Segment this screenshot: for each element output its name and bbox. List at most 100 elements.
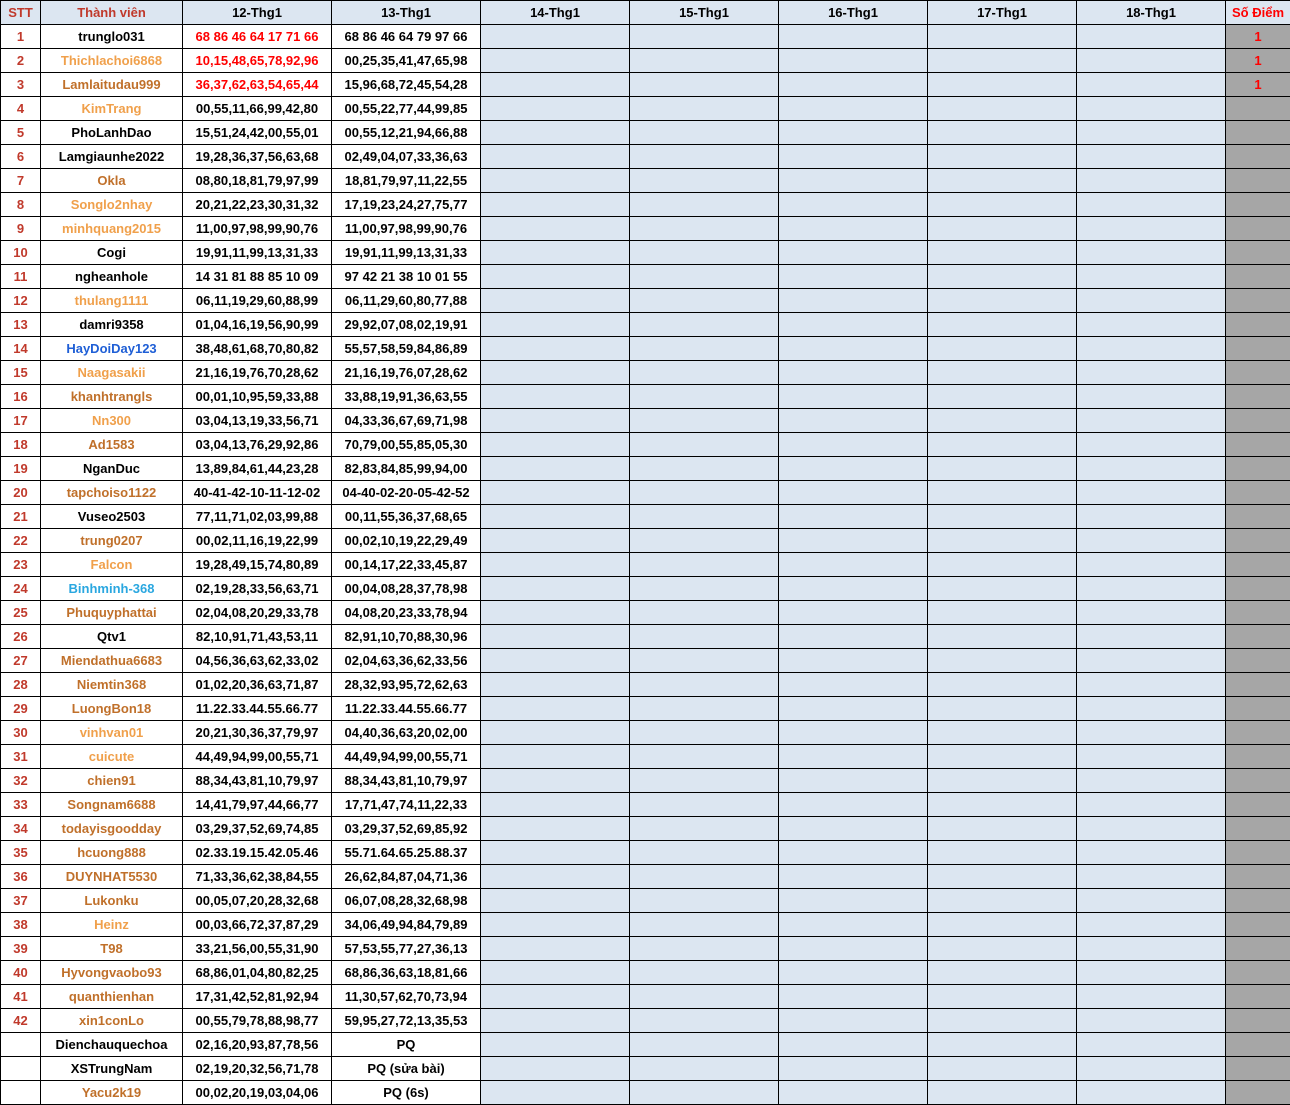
day-15-cell[interactable] [629,840,779,865]
member-name-cell[interactable]: DUYNHAT5530 [40,864,183,889]
member-name-cell[interactable]: xin1conLo [40,1008,183,1033]
member-name-cell[interactable]: cuicute [40,744,183,769]
score-cell[interactable] [1225,504,1290,529]
member-name-cell[interactable]: vinhvan01 [40,720,183,745]
member-name-cell[interactable]: Binhminh-368 [40,576,183,601]
member-name-cell[interactable]: ngheanhole [40,264,183,289]
day-13-cell[interactable]: 00,04,08,28,37,78,98 [331,576,481,601]
row-number-cell[interactable]: 38 [0,912,41,937]
day-17-cell[interactable] [927,336,1077,361]
score-cell[interactable] [1225,1080,1290,1105]
member-name-cell[interactable]: NganDuc [40,456,183,481]
score-cell[interactable] [1225,240,1290,265]
day-15-cell[interactable] [629,288,779,313]
day-12-cell[interactable]: 82,10,91,71,43,53,11 [182,624,332,649]
day-12-cell[interactable]: 01,02,20,36,63,71,87 [182,672,332,697]
score-cell[interactable] [1225,528,1290,553]
day-16-cell[interactable] [778,792,928,817]
member-name-cell[interactable]: damri9358 [40,312,183,337]
day-13-cell[interactable]: 03,29,37,52,69,85,92 [331,816,481,841]
day-13-cell[interactable]: 21,16,19,76,07,28,62 [331,360,481,385]
member-name-cell[interactable]: Nn300 [40,408,183,433]
day-13-cell[interactable]: 11.22.33.44.55.66.77 [331,696,481,721]
member-name-cell[interactable]: Niemtin368 [40,672,183,697]
member-name-cell[interactable]: trunglo031 [40,24,183,49]
score-cell[interactable] [1225,648,1290,673]
day-12-cell[interactable]: 14 31 81 88 85 10 09 [182,264,332,289]
day-13-cell[interactable]: 00,14,17,22,33,45,87 [331,552,481,577]
score-cell[interactable] [1225,216,1290,241]
day-12-cell[interactable]: 14,41,79,97,44,66,77 [182,792,332,817]
score-cell[interactable] [1225,264,1290,289]
day-14-cell[interactable] [480,912,630,937]
member-name-cell[interactable]: minhquang2015 [40,216,183,241]
day-12-cell[interactable]: 03,04,13,19,33,56,71 [182,408,332,433]
day-13-cell[interactable]: 11,30,57,62,70,73,94 [331,984,481,1009]
score-cell[interactable] [1225,312,1290,337]
day-18-cell[interactable] [1076,624,1226,649]
row-number-cell[interactable]: 7 [0,168,41,193]
day-12-cell[interactable]: 02,04,08,20,29,33,78 [182,600,332,625]
day-13-cell[interactable]: 06,07,08,28,32,68,98 [331,888,481,913]
day-18-cell[interactable] [1076,552,1226,577]
day-15-cell[interactable] [629,528,779,553]
day-17-cell[interactable] [927,288,1077,313]
day-18-cell[interactable] [1076,1080,1226,1105]
day-16-cell[interactable] [778,408,928,433]
day-14-cell[interactable] [480,696,630,721]
day-18-cell[interactable] [1076,96,1226,121]
day-16-cell[interactable] [778,96,928,121]
day-17-cell[interactable] [927,96,1077,121]
day-17-cell[interactable] [927,1056,1077,1081]
day-12-cell[interactable]: 10,15,48,65,78,92,96 [182,48,332,73]
row-number-cell[interactable]: 34 [0,816,41,841]
day-15-cell[interactable] [629,504,779,529]
day-15-cell[interactable] [629,408,779,433]
day-17-cell[interactable] [927,648,1077,673]
day-12-cell[interactable]: 04,56,36,63,62,33,02 [182,648,332,673]
day-14-cell[interactable] [480,168,630,193]
row-number-cell[interactable]: 24 [0,576,41,601]
day-18-cell[interactable] [1076,792,1226,817]
day-13-cell[interactable]: 02,49,04,07,33,36,63 [331,144,481,169]
day-14-cell[interactable] [480,48,630,73]
day-12-cell[interactable]: 19,28,49,15,74,80,89 [182,552,332,577]
score-cell[interactable] [1225,912,1290,937]
day-14-cell[interactable] [480,744,630,769]
day-13-cell[interactable]: PQ [331,1032,481,1057]
row-number-cell[interactable]: 18 [0,432,41,457]
score-cell[interactable] [1225,888,1290,913]
day-16-cell[interactable] [778,1080,928,1105]
day-13-cell[interactable]: 88,34,43,81,10,79,97 [331,768,481,793]
score-cell[interactable] [1225,672,1290,697]
score-cell[interactable] [1225,456,1290,481]
row-number-cell[interactable]: 39 [0,936,41,961]
score-cell[interactable] [1225,408,1290,433]
day-14-cell[interactable] [480,864,630,889]
day-15-cell[interactable] [629,456,779,481]
day-17-cell[interactable] [927,840,1077,865]
day-13-cell[interactable]: 00,55,22,77,44,99,85 [331,96,481,121]
day-13-cell[interactable]: 34,06,49,94,84,79,89 [331,912,481,937]
day-18-cell[interactable] [1076,72,1226,97]
day-17-cell[interactable] [927,912,1077,937]
day-16-cell[interactable] [778,336,928,361]
row-number-cell[interactable] [0,1032,41,1057]
member-name-cell[interactable]: LuongBon18 [40,696,183,721]
day-17-cell[interactable] [927,192,1077,217]
day-15-cell[interactable] [629,720,779,745]
score-cell[interactable] [1225,192,1290,217]
member-name-cell[interactable]: thulang1111 [40,288,183,313]
column-header-member[interactable]: Thành viên [40,0,183,25]
column-header-day[interactable]: 16-Thg1 [778,0,928,25]
day-15-cell[interactable] [629,192,779,217]
day-17-cell[interactable] [927,360,1077,385]
day-14-cell[interactable] [480,288,630,313]
day-12-cell[interactable]: 20,21,22,23,30,31,32 [182,192,332,217]
day-12-cell[interactable]: 03,04,13,76,29,92,86 [182,432,332,457]
day-12-cell[interactable]: 11,00,97,98,99,90,76 [182,216,332,241]
member-name-cell[interactable]: Dienchauquechoa [40,1032,183,1057]
day-18-cell[interactable] [1076,984,1226,1009]
day-16-cell[interactable] [778,744,928,769]
day-15-cell[interactable] [629,432,779,457]
